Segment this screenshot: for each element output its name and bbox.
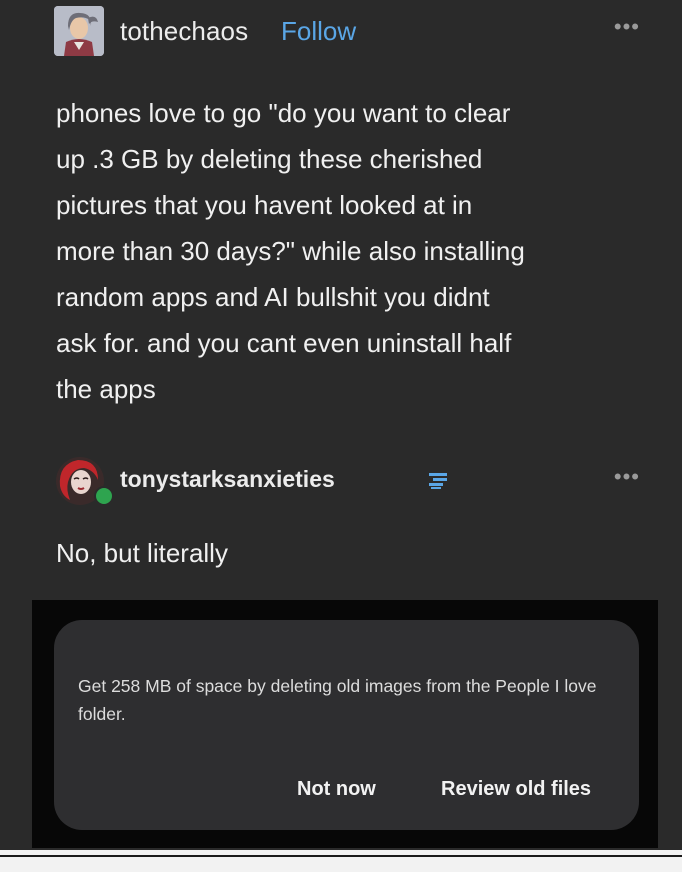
avatar-image bbox=[54, 6, 104, 56]
reply-username[interactable]: tonystarksanxieties bbox=[120, 466, 335, 493]
more-options-icon[interactable]: ••• bbox=[614, 16, 640, 38]
reply-body: No, but literally bbox=[56, 538, 228, 568]
post-header: tothechaos Follow ••• bbox=[54, 6, 644, 56]
not-now-button[interactable]: Not now bbox=[297, 778, 376, 801]
post-body: phones love to go "do you want to clear … bbox=[56, 98, 525, 404]
reply-header: tonystarksanxieties ••• bbox=[54, 456, 644, 506]
post-username[interactable]: tothechaos bbox=[120, 16, 248, 47]
online-status-icon bbox=[94, 486, 114, 506]
bottom-border bbox=[0, 850, 682, 872]
avatar[interactable] bbox=[54, 6, 104, 56]
dialog-message: Get 258 MB of space by deleting old imag… bbox=[78, 676, 597, 724]
divider bbox=[0, 855, 682, 857]
verified-badge-icon bbox=[429, 473, 447, 489]
reply-more-options-icon[interactable]: ••• bbox=[614, 466, 640, 488]
review-old-files-button[interactable]: Review old files bbox=[441, 778, 591, 801]
storage-dialog: Get 258 MB of space by deleting old imag… bbox=[54, 620, 639, 830]
follow-button[interactable]: Follow bbox=[281, 16, 356, 47]
